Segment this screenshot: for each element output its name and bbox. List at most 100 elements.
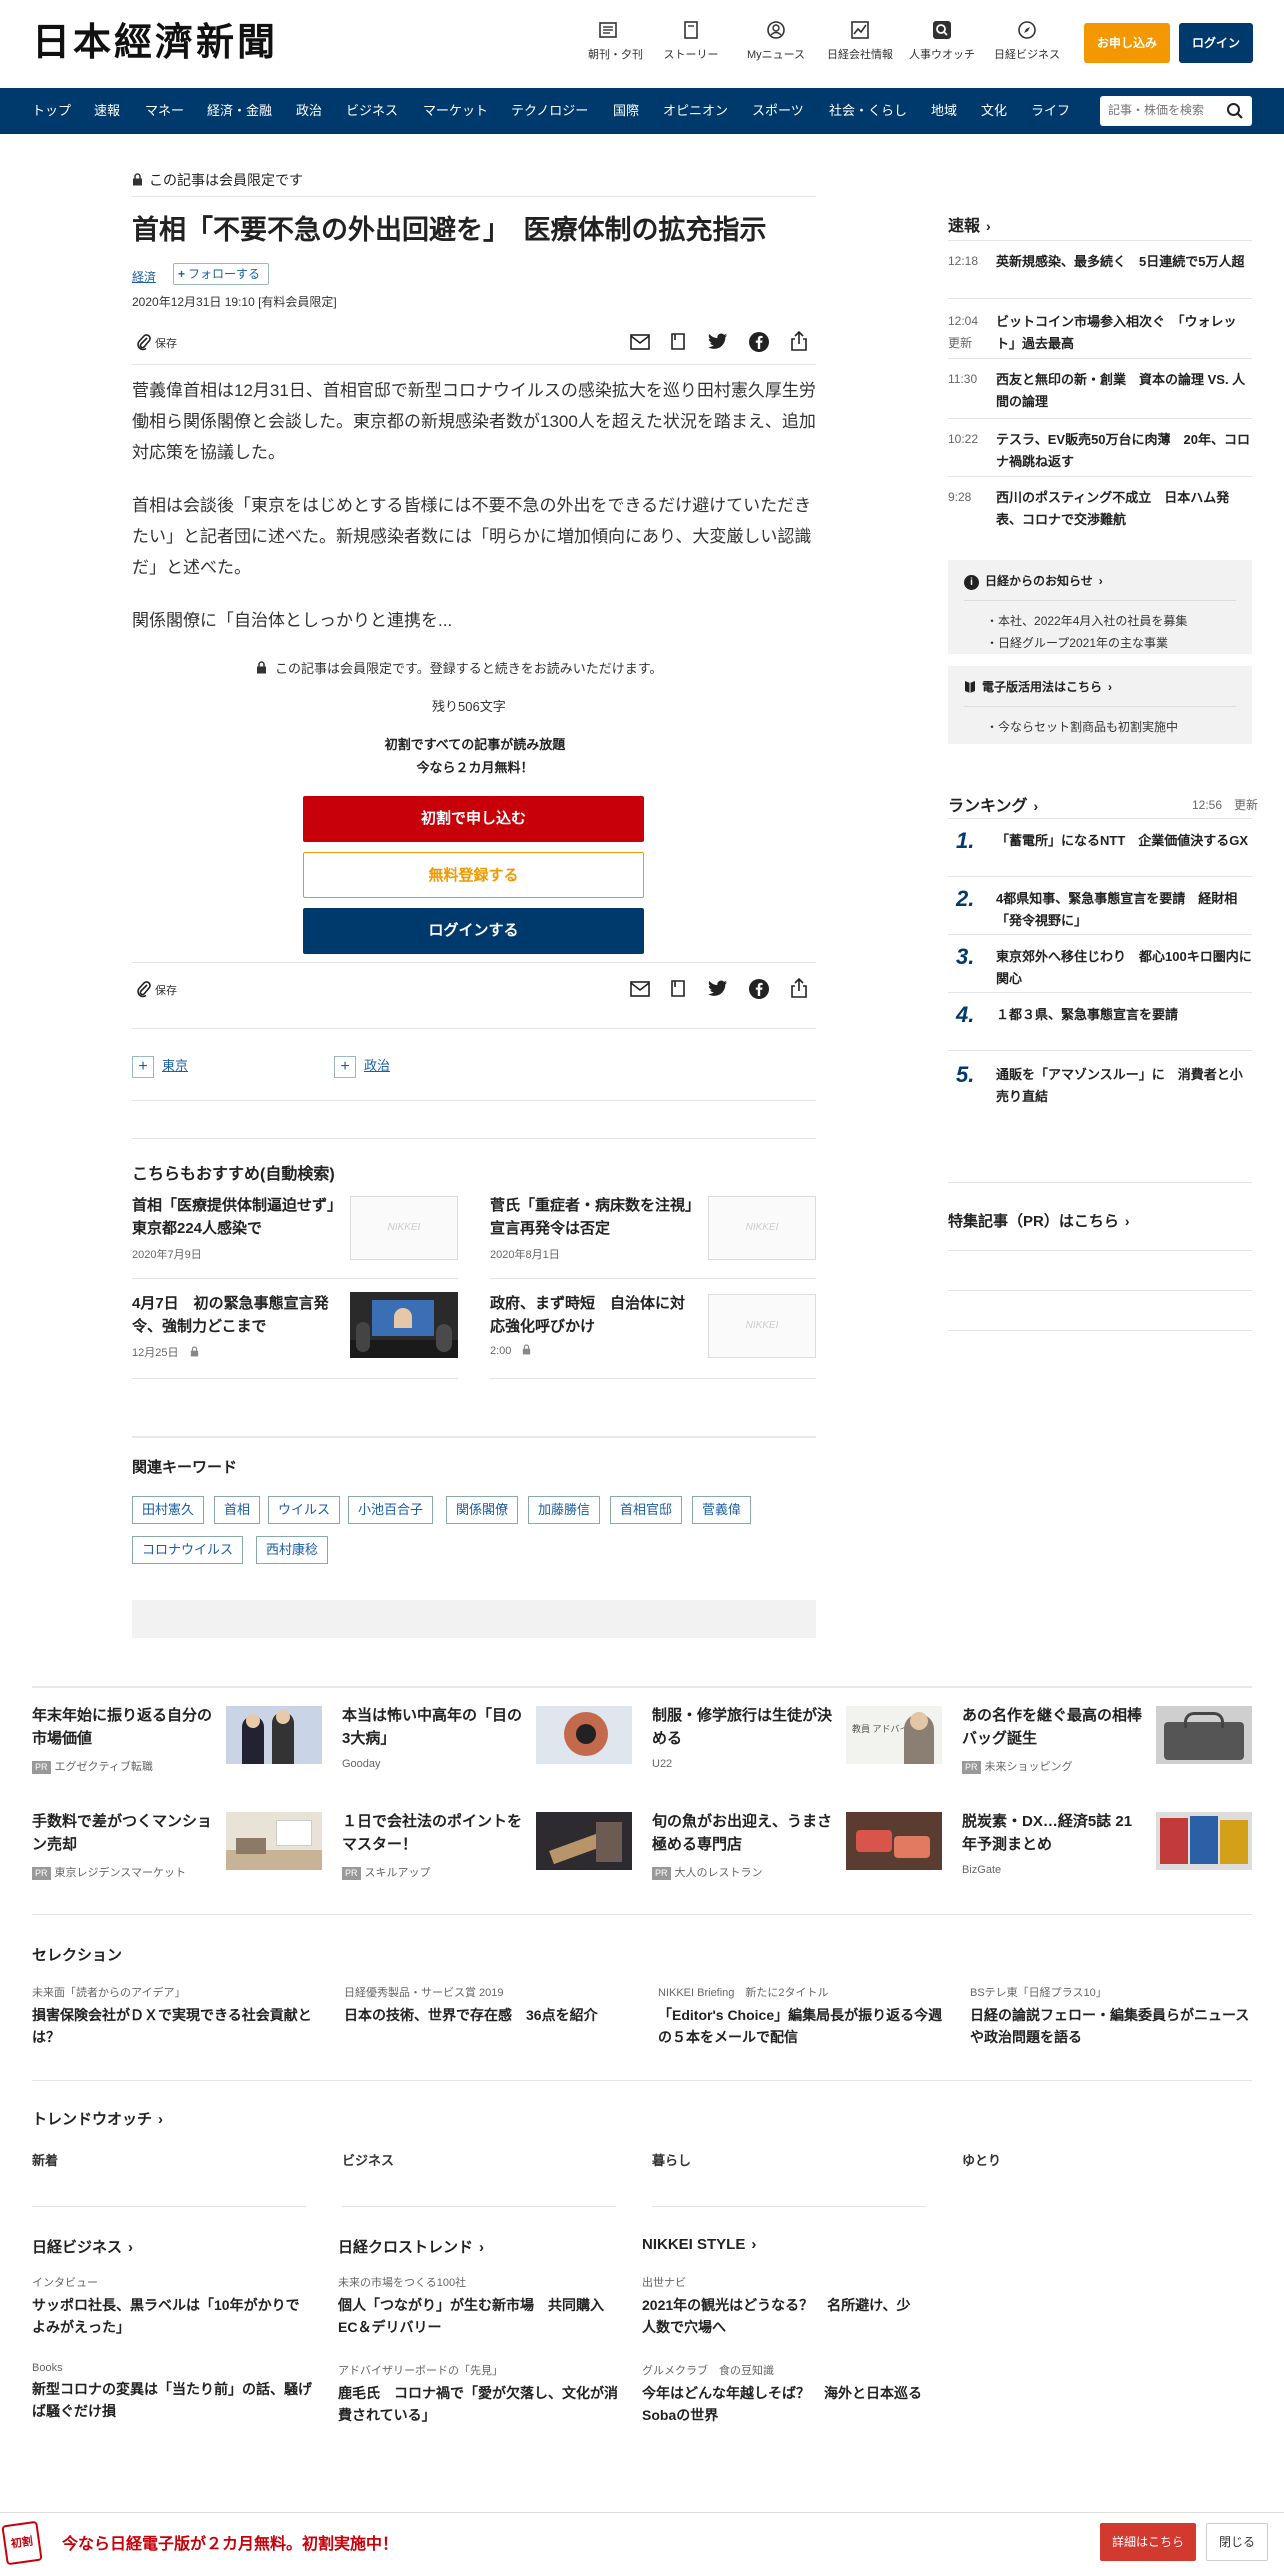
keyword-tag[interactable]: 首相: [214, 1496, 261, 1524]
recommend-item[interactable]: 4月7日 初の緊急事態宣言発令、強制力どこまで 12月25日: [132, 1290, 458, 1366]
partner-item[interactable]: Books 新型コロナの変異は「当たり前」の話、騒げば騒ぐだけ損: [32, 2362, 312, 2422]
partner-heading-xtrend[interactable]: 日経クロストレンド ›: [338, 2236, 484, 2257]
breaking-item[interactable]: 10:22 テスラ、EV販売50万台に肉薄 20年、コロナ禍跳ね返す: [948, 428, 1252, 478]
selection-item[interactable]: NIKKEI Briefing 新たに2タイトル 「Editor's Choic…: [658, 1984, 948, 2048]
header-nav-mynews[interactable]: Myニュース: [741, 20, 811, 62]
recommend-item[interactable]: 菅氏「重症者・病床数を注視」 宣言再発令は否定 2020年8月1日 NIKKEI: [490, 1192, 816, 1268]
mail-icon[interactable]: [630, 334, 650, 350]
ranking-item[interactable]: 1. 「蓄電所」になるNTT 企業価値決するGX: [948, 826, 1252, 878]
login-cta-button[interactable]: ログインする: [303, 908, 644, 954]
pr-heading[interactable]: 特集記事（PR）はこちら ›: [948, 1210, 1130, 1231]
bookmark-note-icon[interactable]: [670, 979, 686, 998]
selection-item[interactable]: BSテレ東「日経プラス10」 日経の論説フェロー・編集委員らがニュースや政治問題…: [970, 1984, 1260, 2048]
header-nav-business[interactable]: 日経ビジネス: [990, 20, 1064, 62]
ranking-item[interactable]: 3. 東京郊外へ移住じわり 都心100キロ圏内に関心: [948, 942, 1252, 994]
tag-tokyo[interactable]: + 東京: [132, 1055, 188, 1078]
notice-heading[interactable]: i 日経からのお知らせ ›: [964, 572, 1103, 590]
nav-item-market[interactable]: マーケット: [423, 88, 488, 134]
twitter-icon[interactable]: [708, 333, 728, 350]
ranking-item[interactable]: 2. 4都県知事、緊急事態宣言を要請 経財相「発令視野に」: [948, 884, 1252, 936]
breaking-item[interactable]: 12:18 英新規感染、最多続く 5日連続で5万人超: [948, 250, 1252, 300]
nav-item-breaking[interactable]: 速報: [94, 88, 120, 134]
trend-tab-leisure[interactable]: ゆとり: [962, 2150, 1001, 2169]
nav-item-culture[interactable]: 文化: [981, 88, 1007, 134]
keyword-tag[interactable]: 加藤勝信: [528, 1496, 601, 1524]
breaking-heading[interactable]: 速報 ›: [948, 212, 991, 236]
trend-tab-new[interactable]: 新着: [32, 2150, 58, 2169]
header-nav-company[interactable]: 日経会社情報: [823, 20, 897, 62]
nikkei-logo[interactable]: 日本經濟新聞: [32, 22, 342, 64]
partner-item[interactable]: インタビュー サッポロ社長、黒ラベルは「10年がかりでよみがえった」: [32, 2274, 312, 2338]
nav-item-economy[interactable]: 経済・金融: [207, 88, 272, 134]
recommend-item[interactable]: 政府、まず時短 自治体に対応強化呼びかけ 2:00 NIKKEI: [490, 1290, 816, 1366]
share-icon[interactable]: [790, 978, 808, 999]
partner-heading-nikkei-business[interactable]: 日経ビジネス ›: [32, 2236, 133, 2257]
nav-item-top[interactable]: トップ: [32, 88, 71, 134]
facebook-icon[interactable]: [748, 978, 770, 1000]
keyword-tag[interactable]: 小池百合子: [348, 1496, 434, 1524]
partner-heading-nikkei-style[interactable]: NIKKEI STYLE ›: [642, 2236, 756, 2253]
selection-item[interactable]: 日経優秀製品・サービス賞 2019 日本の技術、世界で存在感 36点を紹介: [344, 1984, 634, 2026]
ad-item[interactable]: １日で会社法のポイントをマスター！ PR スキルアップ: [342, 1810, 634, 1882]
search-input[interactable]: [1108, 103, 1218, 117]
partner-item[interactable]: アドバイザリーボードの「先見」 鹿毛氏 コロナ禍で「愛が欠落し、文化が消費されて…: [338, 2362, 618, 2426]
nav-item-world[interactable]: 国際: [613, 88, 639, 134]
keyword-tag[interactable]: ウイルス: [268, 1496, 341, 1524]
tag-politics[interactable]: + 政治: [334, 1055, 390, 1078]
keyword-tag[interactable]: 首相官邸: [610, 1496, 683, 1524]
ranking-heading[interactable]: ランキング ›: [948, 792, 1038, 816]
partner-item[interactable]: グルメクラブ 食の豆知識 今年はどんな年越しそば？ 海外と日本巡るSobaの世界: [642, 2362, 922, 2426]
nav-item-business[interactable]: ビジネス: [346, 88, 398, 134]
keyword-tag[interactable]: 関係閣僚: [446, 1496, 519, 1524]
nav-item-sports[interactable]: スポーツ: [752, 88, 804, 134]
trend-tab-business[interactable]: ビジネス: [342, 2150, 394, 2169]
nav-item-life[interactable]: ライフ: [1031, 88, 1070, 134]
digital-heading[interactable]: 電子版活用法はこちら ›: [964, 678, 1112, 695]
bookmark-note-icon[interactable]: [670, 332, 686, 351]
ad-item[interactable]: あの名作を継ぐ最高の相棒バッグ誕生 PR 未来ショッピング: [962, 1704, 1254, 1776]
header-nav-jinji[interactable]: 人事ウオッチ: [905, 20, 979, 62]
recommend-item[interactable]: 首相「医療提供体制逼迫せず」 東京都224人感染で 2020年7月9日 NIKK…: [132, 1192, 458, 1268]
header-nav-story[interactable]: ストーリー: [663, 20, 719, 62]
keyword-tag[interactable]: コロナウイルス: [132, 1536, 244, 1564]
breaking-item[interactable]: 11:30 西友と無印の新・創業 資本の論理 VS. 人間の論理: [948, 368, 1252, 418]
close-button[interactable]: 閉じる: [1206, 2523, 1268, 2561]
nav-item-society[interactable]: 社会・くらし: [829, 88, 907, 134]
save-button[interactable]: 保存: [136, 980, 177, 998]
digital-item[interactable]: ・今ならセット割商品も初割実施中: [986, 718, 1178, 735]
keyword-tag[interactable]: 田村憲久: [132, 1496, 205, 1524]
trend-tab-life[interactable]: 暮らし: [652, 2150, 691, 2169]
breaking-item[interactable]: 9:28 西川のポスティング不成立 日本ハム発表、コロナで交渉難航: [948, 486, 1252, 536]
free-register-button[interactable]: 無料登録する: [303, 852, 644, 898]
nav-item-tech[interactable]: テクノロジー: [511, 88, 588, 134]
share-icon[interactable]: [790, 331, 808, 352]
mail-icon[interactable]: [630, 981, 650, 997]
search-icon[interactable]: [1226, 102, 1244, 120]
nav-item-region[interactable]: 地域: [931, 88, 957, 134]
notice-item[interactable]: ・日経グループ2021年の主な事業: [986, 634, 1168, 651]
ranking-item[interactable]: 4. １都３県、緊急事態宣言を要請: [948, 1000, 1252, 1052]
notice-item[interactable]: ・本社、2022年4月入社の社員を募集: [986, 612, 1187, 629]
twitter-icon[interactable]: [708, 980, 728, 997]
subscribe-button[interactable]: 初割で申し込む: [303, 796, 644, 842]
ad-item[interactable]: 本当は怖い中高年の「目の3大病」 Gooday: [342, 1704, 634, 1776]
ad-item[interactable]: 年末年始に振り返る自分の市場価値 PR エグゼクティブ転職: [32, 1704, 324, 1776]
partner-item[interactable]: 出世ナビ 2021年の観光はどうなる？ 名所避け、少人数で穴場へ: [642, 2274, 922, 2338]
trend-heading[interactable]: トレンドウオッチ ›: [32, 2108, 163, 2129]
login-button[interactable]: ログイン: [1179, 23, 1253, 63]
partner-item[interactable]: 未来の市場をつくる100社 個人「つながり」が生む新市場 共同購入EC＆デリバリ…: [338, 2274, 618, 2338]
ad-item[interactable]: 脱炭素・DX…経済5誌 21年予測まとめ BizGate: [962, 1810, 1254, 1882]
follow-button[interactable]: + フォローする: [173, 263, 270, 285]
apply-button[interactable]: お申し込み: [1084, 23, 1170, 63]
ad-item[interactable]: 旬の魚がお出迎え、うまさ極める専門店 PR 大人のレストラン: [652, 1810, 944, 1882]
keyword-tag[interactable]: 菅義偉: [692, 1496, 752, 1524]
ad-item[interactable]: 制服・修学旅行は生徒が決める U22 教員 アドバイス: [652, 1704, 944, 1776]
nav-item-opinion[interactable]: オピニオン: [663, 88, 728, 134]
nav-item-money[interactable]: マネー: [145, 88, 184, 134]
facebook-icon[interactable]: [748, 331, 770, 353]
header-nav-paper[interactable]: 朝刊・夕刊: [588, 20, 643, 62]
category-link[interactable]: 経済: [132, 268, 156, 285]
details-button[interactable]: 詳細はこちら: [1100, 2523, 1196, 2561]
ad-item[interactable]: 手数料で差がつくマンション売却 PR 東京レジデンスマーケット: [32, 1810, 324, 1882]
keyword-tag[interactable]: 西村康稔: [256, 1536, 329, 1564]
